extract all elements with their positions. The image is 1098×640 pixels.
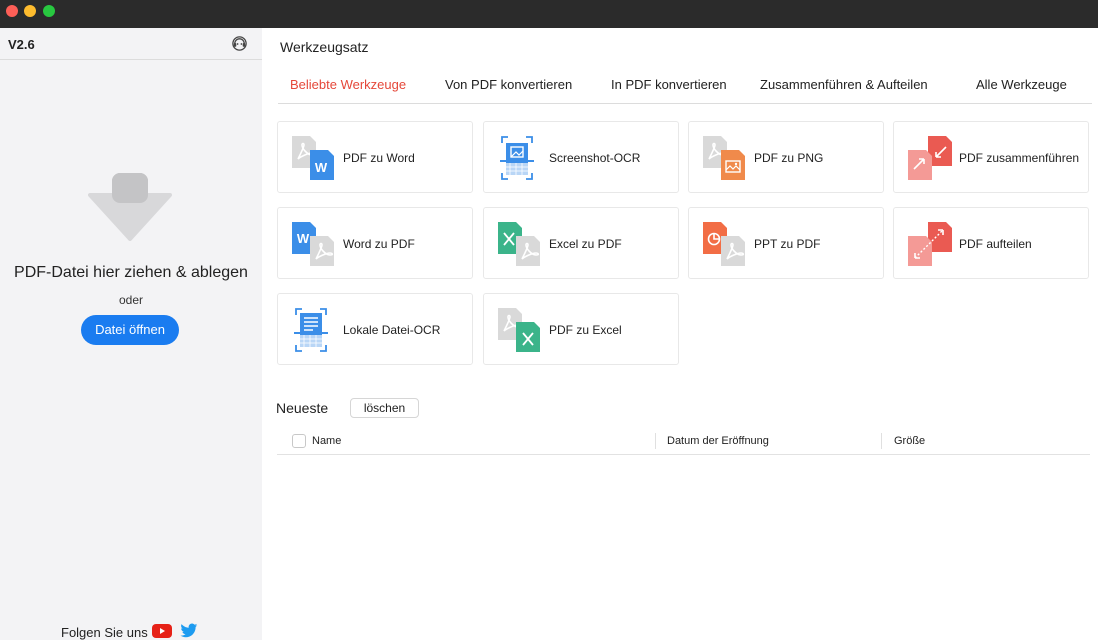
zoom-window-button[interactable] [43,5,55,17]
tool-local-file-ocr[interactable]: Lokale Datei-OCR [277,293,473,365]
youtube-icon[interactable] [152,624,172,638]
window-titlebar [0,0,1098,28]
support-headset-icon[interactable] [231,35,248,52]
pdf-split-icon [908,222,952,266]
minimize-window-button[interactable] [24,5,36,17]
tab-convert-to-pdf[interactable]: In PDF konvertieren [611,77,727,92]
page-title: Werkzeugsatz [280,39,369,55]
clear-recent-button[interactable]: löschen [350,398,419,418]
sidebar: V2.6 PDF-Datei hier ziehen & ablegen ode… [0,28,262,640]
tool-pdf-to-excel[interactable]: PDF zu Excel [483,293,679,365]
excel-to-pdf-icon [498,222,540,266]
pdf-merge-icon [908,136,952,180]
ppt-to-pdf-icon [703,222,745,266]
close-window-button[interactable] [6,5,18,17]
tool-pdf-to-word[interactable]: W PDF zu Word [277,121,473,193]
sidebar-header: V2.6 [0,28,262,60]
tab-all-tools[interactable]: Alle Werkzeuge [976,77,1067,92]
column-name[interactable]: Name [312,435,341,447]
tool-pdf-to-png[interactable]: PDF zu PNG [688,121,884,193]
recent-title: Neueste [276,400,329,416]
column-divider [655,433,656,449]
tool-ppt-to-pdf[interactable]: PPT zu PDF [688,207,884,279]
follow-us-label: Folgen Sie uns [61,625,148,640]
or-text: oder [118,293,144,307]
drop-arrow-icon [88,173,172,241]
tool-label: Lokale Datei-OCR [343,323,441,337]
local-file-ocr-icon [294,308,328,352]
pdf-to-png-icon [703,136,745,180]
tab-bar: Beliebte Werkzeuge Von PDF konvertieren … [278,68,1092,104]
tool-label: Screenshot-OCR [549,151,641,165]
drop-zone-text: PDF-Datei hier ziehen & ablegen [14,264,248,281]
tool-label: Word zu PDF [343,237,415,251]
follow-us: Folgen Sie uns [0,623,262,640]
word-to-pdf-icon: W [292,222,334,266]
pdf-to-excel-icon [498,308,540,352]
svg-text:W: W [297,231,310,246]
column-opened-date[interactable]: Datum der Eröffnung [667,435,769,447]
tab-convert-from-pdf[interactable]: Von PDF konvertieren [445,77,572,92]
tool-label: PDF zu Excel [549,323,622,337]
tool-label: PDF zusammenführen [959,151,1080,165]
pdf-to-word-icon: W [292,136,334,180]
twitter-icon[interactable] [180,623,198,639]
main-panel: Werkzeugsatz Beliebte Werkzeuge Von PDF … [262,28,1098,640]
open-file-button[interactable]: Datei öffnen [81,315,179,345]
tool-word-to-pdf[interactable]: W Word zu PDF [277,207,473,279]
tool-label: PDF aufteilen [959,237,1032,251]
screenshot-ocr-icon [500,136,534,180]
tool-label: Excel zu PDF [549,237,622,251]
tab-popular-tools[interactable]: Beliebte Werkzeuge [290,77,406,92]
tool-label: PDF zu Word [343,151,415,165]
recent-table-header: Name Datum der Eröffnung Größe [277,430,1090,455]
tab-merge-split[interactable]: Zusammenführen & Aufteilen [760,77,928,92]
column-divider [881,433,882,449]
svg-text:W: W [315,160,328,175]
tool-label: PDF zu PNG [754,151,824,165]
tool-label: PPT zu PDF [754,237,821,251]
tool-pdf-split[interactable]: PDF aufteilen [893,207,1089,279]
tool-pdf-merge[interactable]: PDF zusammenführen [893,121,1089,193]
tool-screenshot-ocr[interactable]: Screenshot-OCR [483,121,679,193]
column-size[interactable]: Größe [894,435,925,447]
version-label: V2.6 [8,37,35,52]
tool-excel-to-pdf[interactable]: Excel zu PDF [483,207,679,279]
select-all-checkbox[interactable] [292,434,306,448]
